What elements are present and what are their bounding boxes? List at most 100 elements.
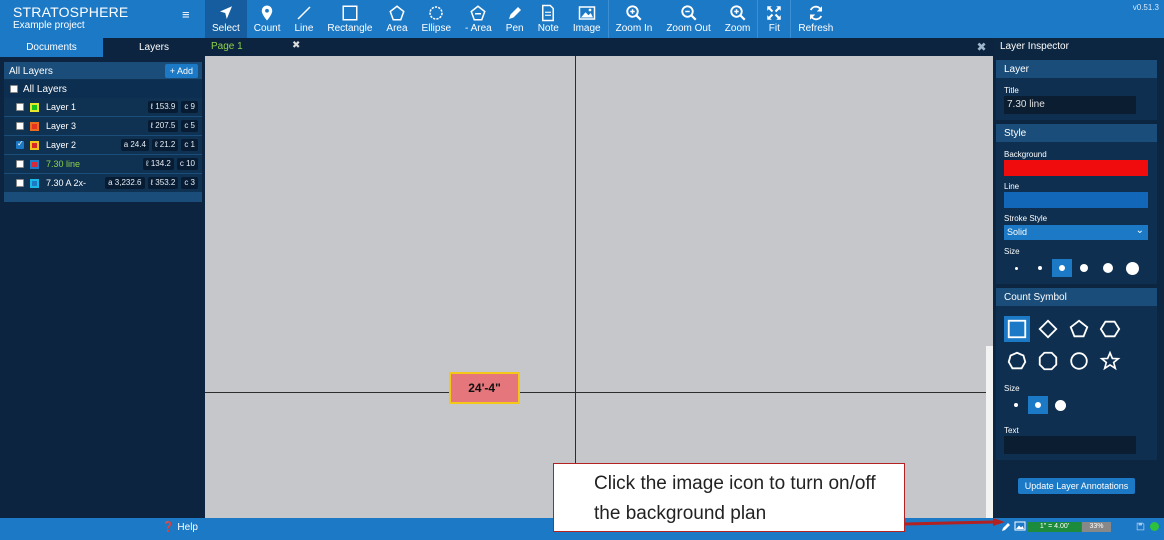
dimension-label[interactable]: 24'-4"	[449, 372, 520, 404]
layer-section-header: Layer	[996, 60, 1157, 78]
zoom-button[interactable]: Zoom	[718, 0, 758, 38]
zoom-in-button[interactable]: Zoom In	[609, 0, 660, 38]
size-option-6[interactable]	[1120, 259, 1144, 277]
layers-header-label: All Layers	[9, 66, 53, 77]
title-label: Title	[1004, 86, 1019, 95]
symbol-hexagon[interactable]	[1097, 316, 1123, 342]
fit-button[interactable]: Fit	[758, 0, 790, 38]
pen-tool-button[interactable]: Pen	[499, 0, 531, 38]
stroke-style-select[interactable]: Solid ⌄	[1004, 225, 1148, 240]
layer-color-swatch	[30, 122, 39, 131]
layer-stat-badge: ℓ 353.2	[147, 177, 179, 189]
layer-visibility-checkbox[interactable]	[16, 103, 24, 111]
refresh-button[interactable]: Refresh	[791, 0, 840, 38]
layers-header: All Layers + Add	[4, 62, 202, 80]
layer-row[interactable]: 7.30 line ℓ 134.2 c 10	[4, 155, 202, 174]
symbol-heptagon[interactable]	[1004, 348, 1030, 374]
scale-badge[interactable]: 1" = 4.00'	[1028, 522, 1081, 532]
all-layers-checkbox[interactable]	[10, 85, 18, 93]
layer-stat-badge: c 1	[181, 139, 198, 151]
dot-icon	[1014, 403, 1018, 407]
size-option-3[interactable]	[1052, 259, 1072, 277]
count-size-medium[interactable]	[1028, 396, 1048, 414]
layer-visibility-checkbox[interactable]	[16, 122, 24, 130]
subtract-area-icon	[470, 5, 487, 21]
drawing-canvas[interactable]: 24'-4"	[205, 56, 993, 520]
layer-stat-badge: ℓ 207.5	[147, 120, 179, 132]
count-symbol-section-header: Count Symbol	[996, 288, 1157, 306]
layer-visibility-checkbox[interactable]	[16, 179, 24, 187]
layer-row[interactable]: 7.30 A 2x-a 3,232.6 ℓ 353.2 c 3	[4, 174, 202, 193]
layer-row[interactable]: Layer 1 ℓ 153.9 c 9	[4, 98, 202, 117]
all-layers-label: All Layers	[23, 84, 67, 95]
canvas-area: Page 1 ✖ 24'-4"	[205, 38, 993, 520]
title-input[interactable]: 7.30 line	[1004, 96, 1136, 114]
layer-visibility-checkbox[interactable]	[16, 139, 24, 149]
zoom-out-button[interactable]: Zoom Out	[659, 0, 717, 38]
all-layers-row[interactable]: All Layers	[4, 80, 202, 98]
layer-color-swatch	[30, 179, 39, 188]
symbol-square[interactable]	[1004, 316, 1030, 342]
subtract-area-tool-button[interactable]: - Area	[458, 0, 499, 38]
layer-visibility-checkbox[interactable]	[16, 160, 24, 168]
vertical-scrollbar[interactable]	[986, 346, 993, 520]
line-tool-button[interactable]: Line	[287, 0, 320, 38]
symbol-circle[interactable]	[1066, 348, 1092, 374]
count-symbol-grid	[1004, 316, 1127, 374]
help-label: Help	[177, 522, 198, 533]
tool-label: Refresh	[798, 23, 834, 34]
count-size-small[interactable]	[1004, 396, 1028, 414]
close-inspector-button[interactable]: ✖	[970, 38, 993, 56]
image-tool-button[interactable]: Image	[566, 0, 608, 38]
layer-row[interactable]: Layer 3 ℓ 207.5 c 5	[4, 117, 202, 136]
style-section-header: Style	[996, 124, 1157, 142]
symbol-text-input[interactable]	[1004, 436, 1136, 454]
layer-stat-badge: a 24.4	[120, 139, 149, 151]
symbol-octagon[interactable]	[1035, 348, 1061, 374]
left-footer: ❓ Help	[0, 518, 205, 540]
note-tool-button[interactable]: Note	[531, 0, 566, 38]
image-icon[interactable]	[1014, 520, 1026, 532]
count-size-label: Size	[1004, 384, 1020, 393]
hamburger-menu-icon[interactable]: ≡	[182, 7, 190, 22]
area-tool-button[interactable]: Area	[379, 0, 414, 38]
rectangle-tool-button[interactable]: Rectangle	[320, 0, 379, 38]
help-link[interactable]: ❓ Help	[162, 522, 198, 533]
guide-line-vertical	[575, 56, 576, 520]
ellipse-tool-button[interactable]: Ellipse	[415, 0, 458, 38]
pen-icon	[508, 7, 521, 19]
layer-stat-badge: a 3,232.6	[105, 177, 145, 189]
symbol-diamond[interactable]	[1035, 316, 1061, 342]
tab-documents[interactable]: Documents	[0, 38, 103, 57]
note-icon	[542, 4, 555, 22]
map-pin-icon	[261, 5, 273, 21]
left-panel: Documents Layers All Layers + Add All La…	[0, 38, 205, 520]
size-option-2[interactable]	[1028, 259, 1052, 277]
select-tool-button[interactable]: Select	[205, 0, 247, 38]
layer-inspector-panel: Layer Inspector Layer Title 7.30 line St…	[993, 38, 1164, 520]
symbol-star[interactable]	[1097, 348, 1123, 374]
layer-stats: a 3,232.6 ℓ 353.2 c 3	[105, 177, 198, 189]
line-color-picker[interactable]	[1004, 192, 1148, 208]
size-option-5[interactable]	[1096, 259, 1120, 277]
close-icon[interactable]: ✖	[292, 40, 300, 51]
background-color-picker[interactable]	[1004, 160, 1148, 176]
dot-icon	[1059, 265, 1065, 271]
count-size-large[interactable]	[1048, 396, 1072, 414]
size-option-4[interactable]	[1072, 259, 1096, 277]
symbol-pentagon[interactable]	[1066, 316, 1092, 342]
save-icon[interactable]	[1136, 522, 1145, 531]
tool-label: Ellipse	[421, 23, 452, 34]
hexagon-icon	[1099, 320, 1121, 338]
layer-stat-badge: ℓ 21.2	[151, 139, 179, 151]
zoom-in-icon	[626, 5, 642, 21]
count-tool-button[interactable]: Count	[247, 0, 288, 38]
update-layer-annotations-button[interactable]: Update Layer Annotations	[1018, 478, 1135, 494]
tool-label: Pen	[505, 23, 524, 34]
add-layer-button[interactable]: + Add	[164, 64, 198, 78]
tab-layers[interactable]: Layers	[103, 38, 205, 57]
brand-area: STRATOSPHERE Example project ≡	[0, 0, 205, 38]
page-tab[interactable]: Page 1 ✖	[205, 38, 309, 56]
size-option-1[interactable]	[1004, 259, 1028, 277]
layer-row[interactable]: Layer 2 a 24.4ℓ 21.2c 1	[4, 136, 202, 155]
